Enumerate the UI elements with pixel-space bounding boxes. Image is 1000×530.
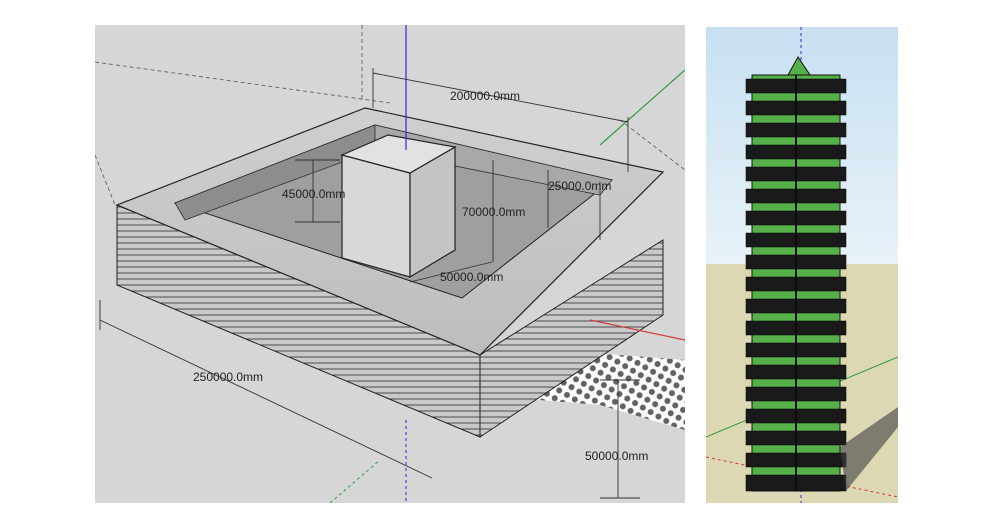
dim-tower-width: 50000.0mm — [440, 270, 503, 284]
dim-tower-height: 45000.0mm — [282, 187, 345, 201]
dim-top-width: 200000.0mm — [450, 89, 520, 103]
dim-courtyard-offset: 25000.0mm — [548, 179, 611, 193]
massing-model-canvas: 200000.0mm 25000.0mm 45000.0mm 70000.0mm… — [95, 25, 685, 503]
dim-base-height: 50000.0mm — [585, 449, 648, 463]
right-viewport[interactable] — [706, 27, 898, 503]
tower-left-face — [341, 154, 411, 278]
left-viewport[interactable]: 200000.0mm 25000.0mm 45000.0mm 70000.0mm… — [95, 25, 685, 503]
dim-base-width: 250000.0mm — [193, 370, 263, 384]
tower-model-canvas — [706, 27, 898, 503]
dim-inner-depth: 70000.0mm — [462, 205, 525, 219]
